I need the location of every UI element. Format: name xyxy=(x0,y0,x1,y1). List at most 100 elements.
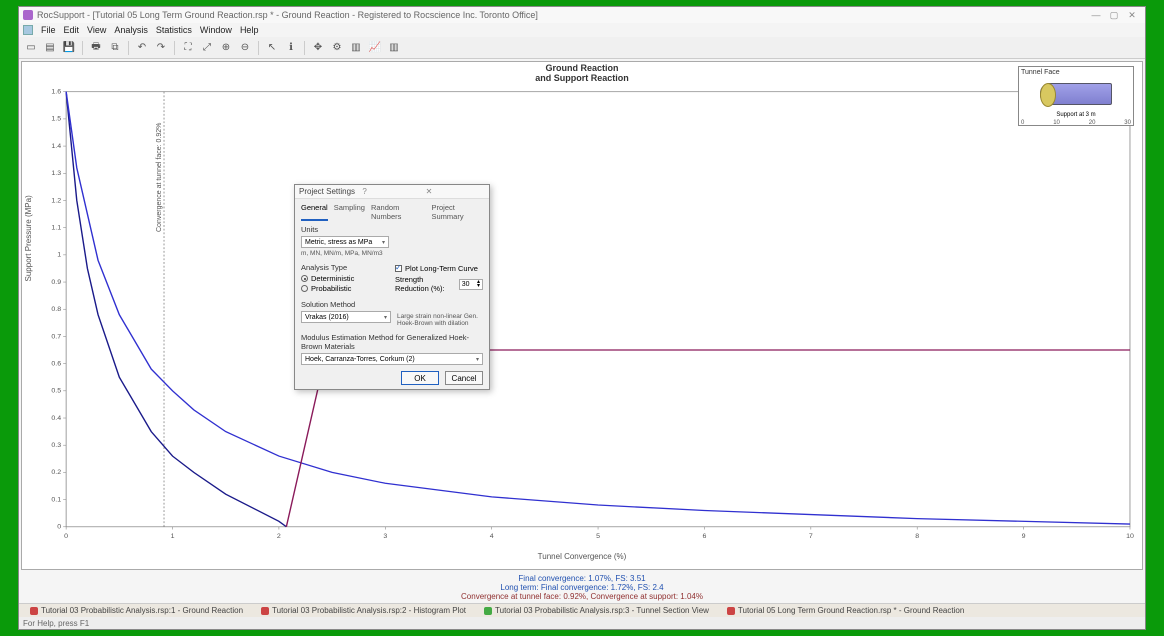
analysis-label: Analysis Type xyxy=(301,263,389,272)
histogram-icon[interactable]: ▥ xyxy=(386,40,402,56)
tab-icon xyxy=(727,607,735,615)
svg-text:0.8: 0.8 xyxy=(51,306,61,313)
svg-text:0.6: 0.6 xyxy=(51,361,61,368)
svg-text:9: 9 xyxy=(1022,533,1026,540)
toolbar-separator xyxy=(82,41,83,55)
legend-tick: 20 xyxy=(1089,120,1096,126)
svg-text:1.2: 1.2 xyxy=(51,198,61,205)
svg-text:1.4: 1.4 xyxy=(51,143,61,150)
zoom-in-icon[interactable]: ⊕ xyxy=(218,40,234,56)
cancel-button[interactable]: Cancel xyxy=(445,371,483,385)
select-icon[interactable]: ↖ xyxy=(264,40,280,56)
radio-probabilistic[interactable]: Probabilistic xyxy=(301,284,389,293)
copy-icon[interactable]: ⧉ xyxy=(107,40,123,56)
doc-tab[interactable]: Tutorial 05 Long Term Ground Reaction.rs… xyxy=(720,605,971,617)
radio-icon xyxy=(301,275,308,282)
dlg-tab-random numbers[interactable]: Random Numbers xyxy=(371,203,426,221)
svg-text:0.7: 0.7 xyxy=(51,333,61,340)
doc-tab[interactable]: Tutorial 03 Probabilistic Analysis.rsp:1… xyxy=(23,605,250,617)
toolbar-separator xyxy=(304,41,305,55)
minimize-button[interactable]: — xyxy=(1087,10,1105,20)
plot-long-term-checkbox[interactable]: Plot Long-Term Curve xyxy=(395,264,483,273)
menu-view[interactable]: View xyxy=(87,25,106,35)
doc-tab[interactable]: Tutorial 03 Probabilistic Analysis.rsp:3… xyxy=(477,605,716,617)
status-text: For Help, press F1 xyxy=(23,619,89,628)
solution-label: Solution Method xyxy=(301,300,483,309)
project-settings-dialog: Project Settings ? ✕ GeneralSamplingRand… xyxy=(294,184,490,390)
window-title: RocSupport - [Tutorial 05 Long Term Grou… xyxy=(37,10,1087,20)
chart-icon[interactable]: 📈 xyxy=(367,40,383,56)
dialog-close-icon[interactable]: ✕ xyxy=(426,187,485,196)
tab-icon xyxy=(484,607,492,615)
titlebar: RocSupport - [Tutorial 05 Long Term Grou… xyxy=(19,7,1145,23)
new-icon[interactable]: ▭ xyxy=(23,40,39,56)
chart-area: Ground Reaction and Support Reaction 0 0.… xyxy=(21,61,1143,570)
pan-icon[interactable]: ✥ xyxy=(310,40,326,56)
summary-line2: Long term: Final convergence: 1.72%, FS:… xyxy=(19,583,1145,592)
statusbar: For Help, press F1 xyxy=(19,617,1145,629)
dlg-tab-sampling[interactable]: Sampling xyxy=(334,203,365,221)
svg-text:6: 6 xyxy=(702,533,706,540)
maximize-button[interactable]: ▢ xyxy=(1105,10,1123,21)
svg-text:0.9: 0.9 xyxy=(51,279,61,286)
checkbox-icon xyxy=(395,265,402,272)
save-icon[interactable]: 💾 xyxy=(61,40,77,56)
doc-tab[interactable]: Tutorial 03 Probabilistic Analysis.rsp:2… xyxy=(254,605,473,617)
svg-text:0.4: 0.4 xyxy=(51,415,61,422)
zoom-extents-icon[interactable]: ⤢ xyxy=(199,40,215,56)
tab-icon xyxy=(30,607,38,615)
radio-deterministic[interactable]: Deterministic xyxy=(301,274,389,283)
summary-line1: Final convergence: 1.07%, FS: 3.51 xyxy=(19,574,1145,583)
dialog-tabs: General Sampling Random Numbers Project Sum… xyxy=(301,203,483,221)
menu-edit[interactable]: Edit xyxy=(64,25,80,35)
svg-text:2: 2 xyxy=(277,533,281,540)
app-window: RocSupport - [Tutorial 05 Long Term Grou… xyxy=(18,6,1146,630)
menu-app-icon xyxy=(23,25,33,35)
undo-icon[interactable]: ↶ xyxy=(134,40,150,56)
svg-text:1.6: 1.6 xyxy=(51,89,61,96)
legend-tick: 10 xyxy=(1053,120,1060,126)
zoom-out-icon[interactable]: ⊖ xyxy=(237,40,253,56)
chart-title: Ground Reaction and Support Reaction xyxy=(22,62,1142,84)
radio-icon xyxy=(301,285,308,292)
menu-file[interactable]: File xyxy=(41,25,56,35)
dlg-tab-general[interactable]: General xyxy=(301,203,328,221)
info-icon[interactable]: ℹ xyxy=(283,40,299,56)
solution-note: Large strain non-linear Gen. Hoek-Brown … xyxy=(397,313,483,327)
svg-text:0: 0 xyxy=(57,524,61,531)
settings-icon[interactable]: ⚙ xyxy=(329,40,345,56)
units-value: Metric, stress as MPa xyxy=(305,239,372,246)
dlg-tab-project summary[interactable]: Project Summary xyxy=(431,203,483,221)
open-icon[interactable]: ▤ xyxy=(42,40,58,56)
tunnel-diagram xyxy=(1021,76,1131,112)
radio-det-label: Deterministic xyxy=(311,274,354,283)
support-icon[interactable]: ▥ xyxy=(348,40,364,56)
dialog-help-icon[interactable]: ? xyxy=(362,187,421,196)
menu-statistics[interactable]: Statistics xyxy=(156,25,192,35)
svg-text:1.3: 1.3 xyxy=(51,170,61,177)
chevron-down-icon: ▾ xyxy=(384,314,387,321)
zoom-window-icon[interactable]: ⛶ xyxy=(180,40,196,56)
modulus-select[interactable]: Hoek, Carranza-Torres, Corkum (2) ▾ xyxy=(301,353,483,365)
legend-tick: 0 xyxy=(1021,120,1024,126)
menu-help[interactable]: Help xyxy=(240,25,259,35)
strength-reduction-input[interactable]: 30 ▴▾ xyxy=(459,279,483,290)
radio-prob-label: Probabilistic xyxy=(311,284,351,293)
redo-icon[interactable]: ↷ xyxy=(153,40,169,56)
menu-window[interactable]: Window xyxy=(200,25,232,35)
solution-select[interactable]: Vrakas (2016) ▾ xyxy=(301,311,391,323)
tab-label: Tutorial 03 Probabilistic Analysis.rsp:1… xyxy=(41,606,243,615)
document-tabs: Tutorial 03 Probabilistic Analysis.rsp:1… xyxy=(19,603,1145,617)
print-icon[interactable]: 🖶 xyxy=(88,40,104,56)
svg-text:5: 5 xyxy=(596,533,600,540)
tab-icon xyxy=(261,607,269,615)
close-button[interactable]: ✕ xyxy=(1123,10,1141,21)
tab-label: Tutorial 03 Probabilistic Analysis.rsp:2… xyxy=(272,606,466,615)
units-select[interactable]: Metric, stress as MPa ▾ xyxy=(301,236,389,248)
app-icon xyxy=(23,10,33,20)
menu-analysis[interactable]: Analysis xyxy=(114,25,148,35)
ok-button[interactable]: OK xyxy=(401,371,439,385)
strength-red-label: Strength Reduction (%): xyxy=(395,275,456,293)
y-axis-label: Support Pressure (MPa) xyxy=(24,195,33,281)
svg-text:7: 7 xyxy=(809,533,813,540)
